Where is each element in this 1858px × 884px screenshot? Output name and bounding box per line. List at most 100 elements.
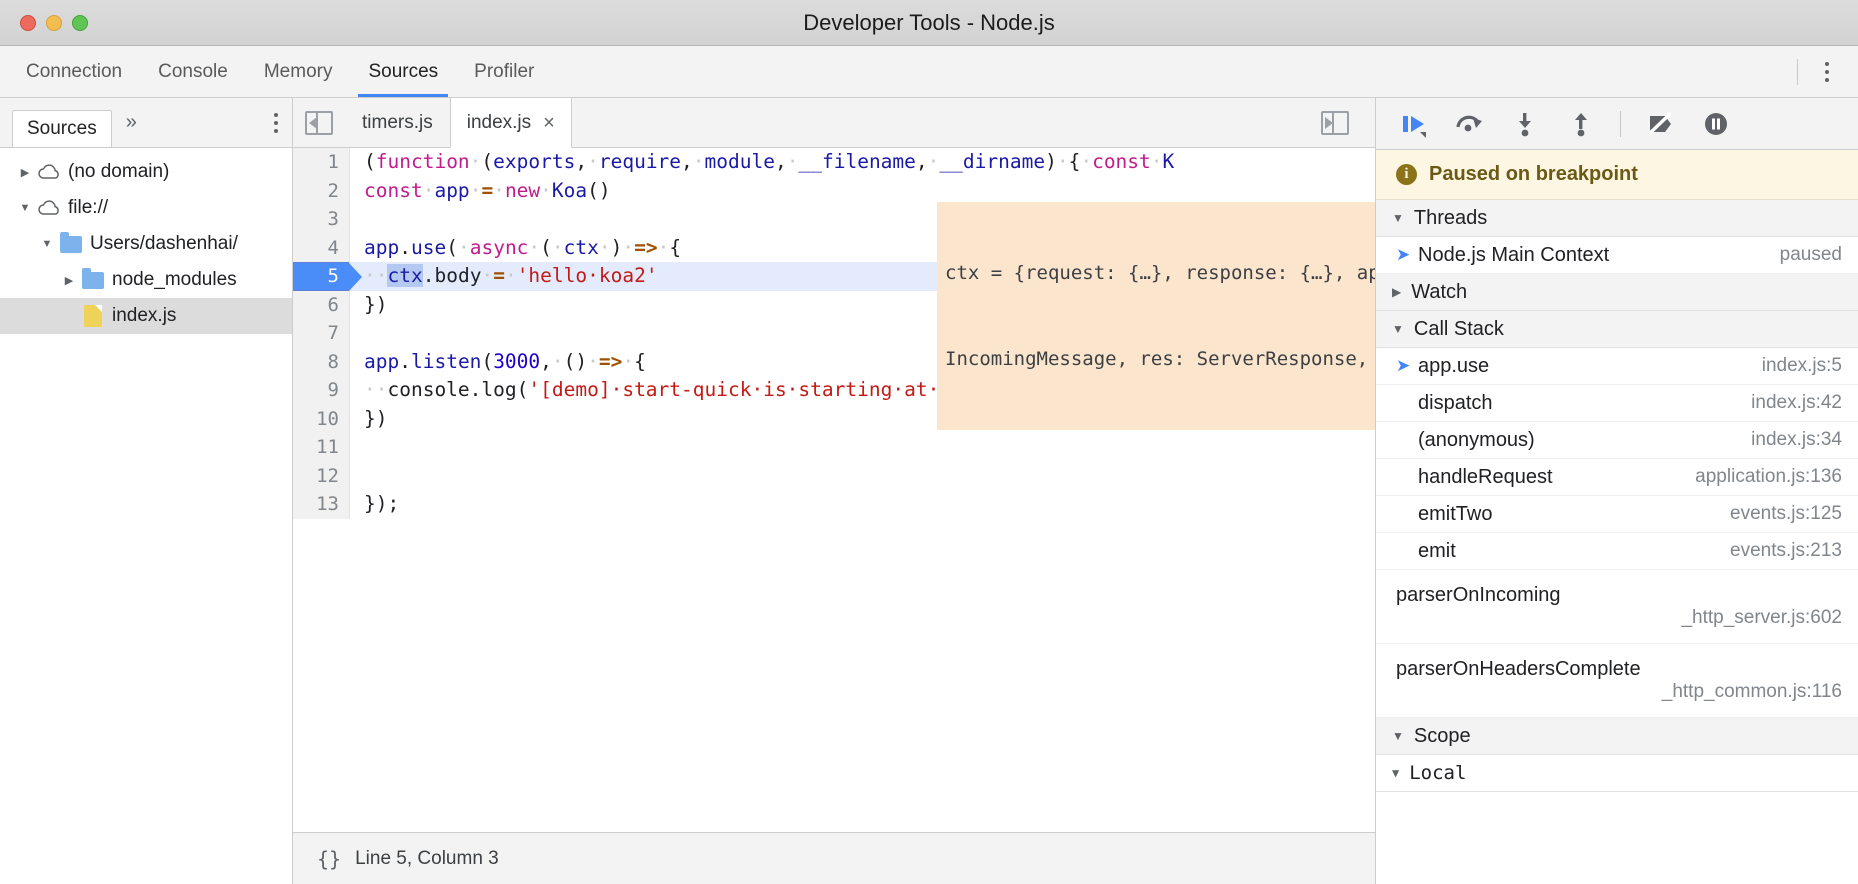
- main-tab-strip: Connection Console Memory Sources Profil…: [0, 46, 1858, 98]
- section-header-call-stack[interactable]: ▼ Call Stack: [1376, 311, 1858, 348]
- tree-item-label: index.js: [112, 305, 177, 326]
- code-line-text: [349, 433, 1375, 462]
- navigator-tab-sources[interactable]: Sources: [12, 109, 112, 147]
- tab-profiler[interactable]: Profiler: [456, 46, 552, 97]
- cloud-icon: [36, 164, 62, 180]
- debugger-pane: i Paused on breakpoint ▼ Threads ➤ Node.…: [1376, 98, 1858, 884]
- frame-location: events.js:213: [1730, 540, 1842, 561]
- call-stack-row[interactable]: ➤ (anonymous) index.js:34: [1376, 422, 1858, 459]
- call-stack-row[interactable]: parserOnHeadersComplete _http_common.js:…: [1376, 644, 1858, 718]
- collapse-arrow-icon[interactable]: ▼: [14, 202, 36, 214]
- line-number: 11: [293, 433, 349, 462]
- breakpoint-line-number[interactable]: 5: [293, 263, 362, 291]
- editor-tab-index-js[interactable]: index.js ×: [449, 98, 572, 148]
- tree-item-users-folder[interactable]: ▼ Users/dashenhai/: [0, 226, 292, 262]
- current-thread-arrow-icon: ➤: [1396, 245, 1411, 264]
- current-frame-arrow-icon: ➤: [1396, 356, 1411, 375]
- frame-location: index.js:34: [1751, 429, 1842, 450]
- frame-name: emitTwo: [1418, 502, 1493, 525]
- tree-item-label: file://: [68, 197, 109, 218]
- tree-item-index-js[interactable]: index.js: [0, 298, 292, 334]
- line-number: 10: [293, 404, 349, 433]
- call-stack-row[interactable]: ➤ handleRequest application.js:136: [1376, 459, 1858, 496]
- frame-location: index.js:5: [1761, 355, 1842, 376]
- line-number: 2: [293, 176, 349, 205]
- frame-name: emit: [1418, 539, 1456, 562]
- navigator-more-tabs-icon[interactable]: »: [112, 111, 151, 134]
- devtools-window: Developer Tools - Node.js Connection Con…: [0, 0, 1858, 884]
- collapse-arrow-icon[interactable]: ▼: [36, 238, 58, 250]
- pretty-print-icon[interactable]: {}: [293, 847, 355, 871]
- call-stack-row[interactable]: ➤ app.use index.js:5: [1376, 348, 1858, 385]
- frame-name: dispatch: [1418, 391, 1493, 414]
- tooltip-line-2: IncomingMessage, res: ServerResponse, …}: [945, 347, 1375, 370]
- section-title: Call Stack: [1413, 317, 1504, 340]
- navigator-header: Sources »: [0, 98, 292, 148]
- section-header-threads[interactable]: ▼ Threads: [1376, 200, 1858, 237]
- code-line-2: 2 const·app·=·new·Koa(): [293, 176, 1375, 205]
- editor-tab-timers-js[interactable]: timers.js: [345, 98, 450, 147]
- line-number: 8: [293, 347, 349, 376]
- show-navigator-icon[interactable]: [293, 98, 345, 147]
- call-stack-row[interactable]: ➤ dispatch index.js:42: [1376, 385, 1858, 422]
- frame-location: _http_common.js:116: [1661, 681, 1842, 702]
- deactivate-breakpoints-icon[interactable]: [1643, 107, 1677, 141]
- selected-token: ctx: [387, 264, 423, 287]
- close-icon[interactable]: ×: [543, 113, 555, 133]
- thread-state: paused: [1779, 244, 1842, 265]
- expand-arrow-icon[interactable]: ▶: [14, 166, 36, 179]
- step-out-of-current-function-icon[interactable]: [1564, 107, 1598, 141]
- frame-name: (anonymous): [1418, 428, 1535, 451]
- call-stack-row[interactable]: ➤ emit events.js:213: [1376, 533, 1858, 570]
- navigator-pane: Sources » ▶ (no domain) ▼ file:// ▼ User…: [0, 98, 293, 884]
- tree-item-no-domain[interactable]: ▶ (no domain): [0, 154, 292, 190]
- pause-on-exceptions-icon[interactable]: [1699, 107, 1733, 141]
- js-file-icon: [80, 305, 106, 327]
- line-number: 6: [293, 290, 349, 319]
- code-line-text: (function·(exports,·require,·module,·__f…: [349, 148, 1375, 177]
- tab-console[interactable]: Console: [140, 46, 246, 97]
- close-window-button[interactable]: [20, 14, 36, 31]
- section-title: Scope: [1413, 724, 1471, 747]
- section-header-scope[interactable]: ▼ Scope: [1376, 718, 1858, 755]
- divider: [1620, 110, 1621, 137]
- frame-location: application.js:136: [1695, 466, 1842, 487]
- editor-status-bar: {} Line 5, Column 3: [293, 832, 1375, 884]
- minimize-window-button[interactable]: [46, 14, 62, 31]
- window-controls[interactable]: [0, 14, 88, 31]
- devtools-body: Sources » ▶ (no domain) ▼ file:// ▼ User…: [0, 98, 1858, 884]
- section-header-watch[interactable]: ▶ Watch: [1376, 274, 1858, 311]
- debugger-toolbar: [1376, 98, 1858, 150]
- show-debugger-icon[interactable]: [1309, 110, 1361, 135]
- editor-tab-strip: timers.js index.js ×: [293, 98, 1375, 148]
- maximize-window-button[interactable]: [72, 14, 88, 31]
- chevron-down-icon: ▼: [1392, 766, 1400, 780]
- code-editor[interactable]: 1 (function·(exports,·require,·module,·_…: [293, 148, 1375, 832]
- tree-item-node-modules[interactable]: ▶ node_modules: [0, 262, 292, 298]
- tab-connection[interactable]: Connection: [8, 46, 140, 97]
- thread-row[interactable]: ➤ Node.js Main Context paused: [1376, 237, 1858, 274]
- step-over-next-function-call-icon[interactable]: [1452, 107, 1486, 141]
- section-header-local[interactable]: ▼ Local: [1376, 755, 1858, 792]
- frame-name: parserOnHeadersComplete: [1396, 658, 1641, 680]
- chevron-down-icon: ▼: [1392, 211, 1404, 225]
- tree-item-label: node_modules: [112, 269, 237, 290]
- tab-sources[interactable]: Sources: [350, 46, 456, 97]
- window-title: Developer Tools - Node.js: [803, 9, 1055, 35]
- step-into-next-function-call-icon[interactable]: [1508, 107, 1542, 141]
- paused-banner: i Paused on breakpoint: [1376, 150, 1858, 200]
- call-stack-row[interactable]: parserOnIncoming _http_server.js:602: [1376, 570, 1858, 644]
- editor-tabs-right-actions: [1309, 98, 1375, 147]
- chevron-down-icon: ▼: [1392, 322, 1404, 336]
- resume-script-execution-icon[interactable]: [1396, 107, 1430, 141]
- call-stack-row[interactable]: ➤ emitTwo events.js:125: [1376, 496, 1858, 533]
- line-number: 3: [293, 205, 349, 234]
- more-options-icon[interactable]: [1808, 53, 1846, 91]
- tab-memory[interactable]: Memory: [246, 46, 351, 97]
- tree-item-file-protocol[interactable]: ▼ file://: [0, 190, 292, 226]
- inline-value-tooltip: ctx = {request: {…}, response: {…}, app:…: [937, 202, 1375, 430]
- editor-tab-label: index.js: [466, 111, 532, 133]
- tooltip-line-1: ctx = {request: {…}, response: {…}, app:: [945, 262, 1375, 284]
- expand-arrow-icon[interactable]: ▶: [58, 274, 80, 287]
- navigator-options-icon[interactable]: [274, 112, 278, 133]
